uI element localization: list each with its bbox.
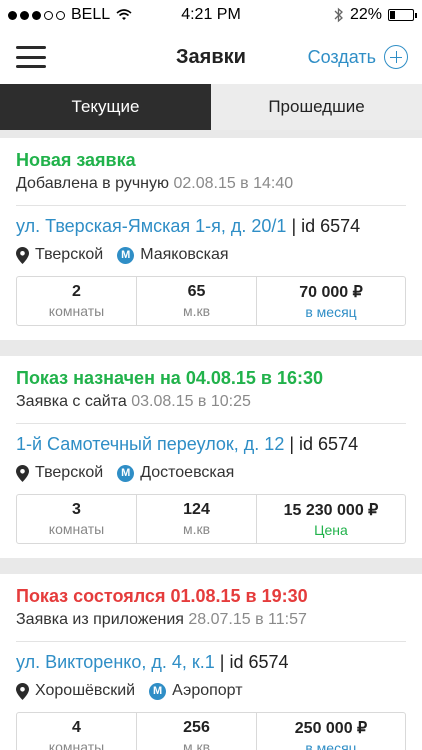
carrier-name: BELL [71, 6, 111, 23]
metro-icon: M [117, 464, 135, 482]
rooms-stat: 4 комнаты [17, 713, 137, 750]
address-link[interactable]: ул. Викторенко, д. 4, к.1 [16, 652, 215, 672]
rooms-stat: 3 комнаты [17, 495, 137, 543]
price-stat: 250 000 ₽ в месяц [257, 713, 405, 750]
metro-station: Аэропорт [172, 682, 243, 699]
request-card[interactable]: Новая заявка Добавлена в ручную 02.08.15… [0, 138, 422, 340]
battery-percent: 22% [349, 6, 382, 23]
request-card[interactable]: Показ назначен на 04.08.15 в 16:30 Заявк… [0, 356, 422, 558]
address-link[interactable]: ул. Тверская-Ямская 1-я, д. 20/1 [16, 216, 286, 236]
listing-stats: 4 комнаты 256 м.кв 250 000 ₽ в месяц [16, 712, 406, 750]
divider [16, 641, 406, 642]
area-value: 65 [187, 283, 206, 300]
source-date: 28.07.15 в 11:57 [188, 611, 307, 628]
tab-past[interactable]: Прошедшие [211, 84, 422, 130]
map-pin-icon [16, 682, 29, 700]
rooms-value: 2 [72, 283, 81, 300]
area-stat: 256 м.кв [137, 713, 257, 750]
source-label: Заявка с сайта [16, 393, 127, 410]
rooms-value: 4 [72, 719, 81, 736]
district: Хорошёвский [35, 682, 136, 699]
tab-current[interactable]: Текущие [0, 84, 211, 130]
request-status: Показ назначен на 04.08.15 в 16:30 [16, 368, 323, 388]
map-pin-icon [16, 464, 29, 482]
rooms-label: комнаты [48, 521, 105, 537]
price-label: Цена [314, 522, 348, 538]
area-stat: 65 м.кв [137, 277, 257, 325]
request-status: Показ состоялся 01.08.15 в 19:30 [16, 586, 308, 606]
rooms-stat: 2 комнаты [17, 277, 137, 325]
area-label: м.кв [182, 739, 211, 750]
hamburger-menu-icon[interactable] [16, 46, 46, 68]
metro-station: Маяковская [140, 246, 229, 263]
location-line: Хорошёвский M Аэропорт [16, 682, 406, 700]
district: Тверской [35, 246, 104, 263]
request-source: Добавлена в ручную 02.08.15 в 14:40 [16, 175, 406, 193]
metro-station: Достоевская [140, 464, 235, 481]
rooms-value: 3 [72, 501, 81, 518]
plus-circle-icon [384, 45, 408, 69]
price-stat: 15 230 000 ₽ Цена [257, 495, 405, 543]
listing-id: | id 6574 [291, 216, 361, 236]
status-bar: BELL 4:21 PM 22% [0, 0, 422, 30]
listing-id: | id 6574 [289, 434, 359, 454]
location-line: Тверской M Достоевская [16, 464, 406, 482]
request-status: Новая заявка [16, 150, 136, 170]
wifi-icon [116, 9, 132, 20]
create-button[interactable]: Создать [308, 45, 408, 69]
tab-bar: Текущие Прошедшие [0, 84, 422, 130]
request-source: Заявка из приложения 28.07.15 в 11:57 [16, 611, 406, 629]
price-value: 70 000 ₽ [299, 284, 363, 301]
listing-id: | id 6574 [219, 652, 289, 672]
address-line: ул. Тверская-Ямская 1-я, д. 20/1 | id 65… [16, 216, 406, 237]
district: Тверской [35, 464, 104, 481]
request-source: Заявка с сайта 03.08.15 в 10:25 [16, 393, 406, 411]
source-date: 02.08.15 в 14:40 [173, 175, 294, 192]
nav-bar: Заявки Создать [0, 30, 422, 84]
listing-stats: 3 комнаты 124 м.кв 15 230 000 ₽ Цена [16, 494, 406, 544]
metro-icon: M [149, 682, 167, 700]
map-pin-icon [16, 246, 29, 264]
price-label: в месяц [305, 304, 357, 320]
divider [16, 423, 406, 424]
create-button-label: Создать [307, 46, 376, 67]
rooms-label: комнаты [48, 303, 105, 319]
request-list: Новая заявка Добавлена в ручную 02.08.15… [0, 130, 422, 750]
price-stat: 70 000 ₽ в месяц [257, 277, 405, 325]
area-value: 256 [183, 719, 210, 736]
signal-strength-icon [8, 10, 65, 20]
address-line: ул. Викторенко, д. 4, к.1 | id 6574 [16, 652, 406, 673]
divider [16, 205, 406, 206]
request-card[interactable]: Показ состоялся 01.08.15 в 19:30 Заявка … [0, 574, 422, 750]
listing-stats: 2 комнаты 65 м.кв 70 000 ₽ в месяц [16, 276, 406, 326]
source-label: Добавлена в ручную [16, 175, 169, 192]
area-label: м.кв [182, 303, 211, 319]
clock: 4:21 PM [181, 6, 241, 23]
source-label: Заявка из приложения [16, 611, 184, 628]
area-value: 124 [183, 501, 210, 518]
price-value: 250 000 ₽ [294, 720, 368, 737]
address-line: 1-й Самотечный переулок, д. 12 | id 6574 [16, 434, 406, 455]
metro-icon: M [117, 246, 135, 264]
battery-icon [388, 9, 417, 21]
area-label: м.кв [182, 521, 211, 537]
location-line: Тверской M Маяковская [16, 246, 406, 264]
bluetooth-icon [334, 7, 343, 23]
price-value: 15 230 000 ₽ [283, 502, 379, 519]
area-stat: 124 м.кв [137, 495, 257, 543]
price-label: в месяц [305, 740, 357, 750]
address-link[interactable]: 1-й Самотечный переулок, д. 12 [16, 434, 284, 454]
rooms-label: комнаты [48, 739, 105, 750]
source-date: 03.08.15 в 10:25 [131, 393, 251, 410]
